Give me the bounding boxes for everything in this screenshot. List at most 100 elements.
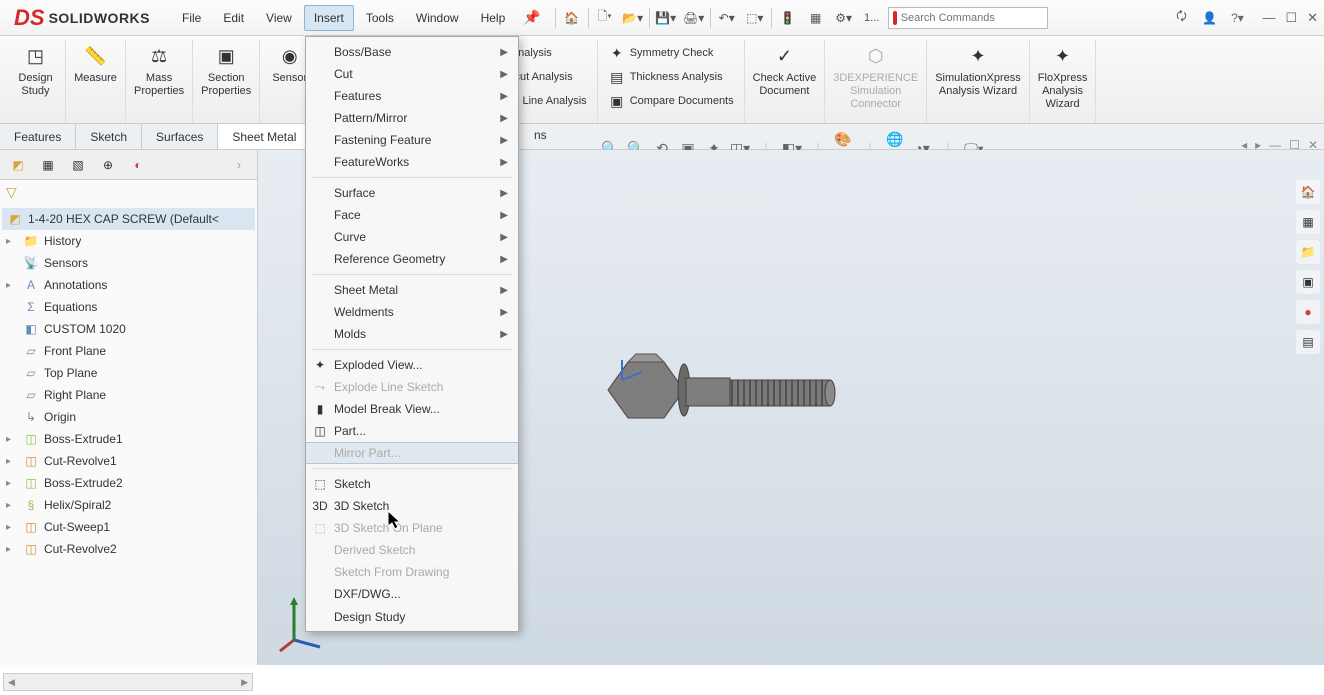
- tree-item-cut-revolve1[interactable]: ▸◫Cut-Revolve1: [2, 450, 255, 472]
- minimize-button[interactable]: —: [1262, 10, 1275, 26]
- command-search[interactable]: [888, 7, 1048, 29]
- fm-property-tab-icon[interactable]: ▦: [36, 153, 60, 177]
- menu-window[interactable]: Window: [406, 5, 469, 31]
- tree-item-history[interactable]: ▸📁History: [2, 230, 255, 252]
- ribbon-check-active[interactable]: ✓Check ActiveDocument: [745, 40, 826, 123]
- tp-view-icon[interactable]: ▣: [1296, 270, 1320, 294]
- ribbon-design[interactable]: ◳DesignStudy: [6, 40, 66, 123]
- tree-item-top-plane[interactable]: ▱Top Plane: [2, 362, 255, 384]
- menu-edit[interactable]: Edit: [213, 5, 254, 31]
- close-button[interactable]: ✕: [1307, 10, 1318, 26]
- tree-item-boss-extrude1[interactable]: ▸◫Boss-Extrude1: [2, 428, 255, 450]
- ribbon-mass[interactable]: ⚖MassProperties: [126, 40, 193, 123]
- menu-tools[interactable]: Tools: [356, 5, 404, 31]
- menu-item-cut[interactable]: Cut▶: [306, 63, 518, 85]
- tree-item-front-plane[interactable]: ▱Front Plane: [2, 340, 255, 362]
- pin-icon[interactable]: 📌: [523, 9, 540, 26]
- open-icon[interactable]: 📂▾: [621, 6, 645, 30]
- ribbon-icon: ✦: [964, 42, 992, 70]
- tp-appearance-icon[interactable]: ●: [1296, 300, 1320, 324]
- fm-config-tab-icon[interactable]: ▧: [66, 153, 90, 177]
- options-form-icon[interactable]: ▦: [804, 6, 828, 30]
- menu-item-curve[interactable]: Curve▶: [306, 226, 518, 248]
- ribbon-3dexperience[interactable]: ⬡3DEXPERIENCESimulationConnector: [825, 40, 927, 123]
- menu-item-boss/base[interactable]: Boss/Base▶: [306, 41, 518, 63]
- menu-item-fastening-feature[interactable]: Fastening Feature▶: [306, 129, 518, 151]
- menu-item-reference-geometry[interactable]: Reference Geometry▶: [306, 248, 518, 270]
- menu-item-part[interactable]: ◫Part...: [306, 420, 518, 442]
- filter-icon: ▽: [6, 184, 17, 201]
- select-icon[interactable]: ⬚▾: [743, 6, 767, 30]
- menu-item-pattern/mirror[interactable]: Pattern/Mirror▶: [306, 107, 518, 129]
- ribbon-symmetry-check[interactable]: ✦Symmetry Check: [604, 42, 738, 64]
- ribbon-thickness-analysis[interactable]: ▤Thickness Analysis: [604, 66, 738, 88]
- part-icon: ◩: [6, 210, 24, 228]
- menu-item-dxf/dwg[interactable]: DXF/DWG...: [306, 583, 518, 605]
- tree-item-cut-revolve2[interactable]: ▸◫Cut-Revolve2: [2, 538, 255, 560]
- menu-item-featureworks[interactable]: FeatureWorks▶: [306, 151, 518, 173]
- tree-item-custom-1020[interactable]: ◧CUSTOM 1020: [2, 318, 255, 340]
- fm-expand-icon[interactable]: ›: [227, 153, 251, 177]
- menu-item-exploded-view[interactable]: ✦Exploded View...: [306, 354, 518, 376]
- tree-horizontal-scrollbar[interactable]: [3, 673, 253, 691]
- tp-custom-icon[interactable]: ▤: [1296, 330, 1320, 354]
- tree-item-boss-extrude2[interactable]: ▸◫Boss-Extrude2: [2, 472, 255, 494]
- menu-file[interactable]: File: [172, 5, 211, 31]
- fm-tree-tab-icon[interactable]: ◩: [6, 153, 30, 177]
- tp-resources-icon[interactable]: ▦: [1296, 210, 1320, 234]
- menu-view[interactable]: View: [256, 5, 302, 31]
- new-icon[interactable]: 🗋▾: [593, 6, 617, 30]
- undo-icon[interactable]: ↶▾: [715, 6, 739, 30]
- feature-tree: ◩1-4-20 HEX CAP SCREW (Default<▸📁History…: [0, 204, 257, 564]
- menu-insert[interactable]: Insert: [304, 5, 354, 31]
- menu-item-weldments[interactable]: Weldments▶: [306, 301, 518, 323]
- menu-item-sketch[interactable]: ⬚Sketch: [306, 473, 518, 495]
- menu-item-face[interactable]: Face▶: [306, 204, 518, 226]
- settings-icon[interactable]: ⚙▾: [832, 6, 856, 30]
- menu-item-sheet-metal[interactable]: Sheet Metal▶: [306, 279, 518, 301]
- tree-item-equations[interactable]: ΣEquations: [2, 296, 255, 318]
- tree-root-item[interactable]: ◩1-4-20 HEX CAP SCREW (Default<: [2, 208, 255, 230]
- tree-item-helix-spiral2[interactable]: ▸§Helix/Spiral2: [2, 494, 255, 516]
- fm-dim-tab-icon[interactable]: ⊕: [96, 153, 120, 177]
- notify-icon[interactable]: 🗘: [1170, 7, 1192, 29]
- menu-item-features[interactable]: Features▶: [306, 85, 518, 107]
- tree-filter[interactable]: ▽: [0, 180, 257, 204]
- ribbon-compare-documents[interactable]: ▣Compare Documents: [604, 90, 738, 112]
- feature-icon: ◧: [22, 320, 40, 338]
- menu-item-3d-sketch[interactable]: 3D3D Sketch: [306, 495, 518, 517]
- menu-item-surface[interactable]: Surface▶: [306, 182, 518, 204]
- ribbon-floxpress[interactable]: ✦FloXpressAnalysisWizard: [1030, 40, 1097, 123]
- tp-library-icon[interactable]: 📁: [1296, 240, 1320, 264]
- home-icon[interactable]: 🏠: [560, 6, 584, 30]
- ribbon-simulationxpress[interactable]: ✦SimulationXpressAnalysis Wizard: [927, 40, 1030, 123]
- tab-features[interactable]: Features: [0, 124, 76, 149]
- tree-item-cut-sweep1[interactable]: ▸◫Cut-Sweep1: [2, 516, 255, 538]
- tree-item-origin[interactable]: ↳Origin: [2, 406, 255, 428]
- menu-help[interactable]: Help: [471, 5, 516, 31]
- menu-item-molds[interactable]: Molds▶: [306, 323, 518, 345]
- tab-sheet-metal[interactable]: Sheet Metal: [218, 124, 311, 149]
- ribbon-icon: ▣: [608, 92, 626, 110]
- tree-item-annotations[interactable]: ▸AAnnotations: [2, 274, 255, 296]
- search-input[interactable]: [901, 12, 1043, 24]
- tab-sketch[interactable]: Sketch: [76, 124, 142, 149]
- tab-surfaces[interactable]: Surfaces: [142, 124, 218, 149]
- tree-item-sensors[interactable]: 📡Sensors: [2, 252, 255, 274]
- ribbon-icon: ◉: [276, 42, 304, 70]
- user-icon[interactable]: 👤: [1198, 7, 1220, 29]
- small-text[interactable]: 1...: [860, 6, 884, 30]
- tp-home-icon[interactable]: 🏠: [1296, 180, 1320, 204]
- ribbon-section[interactable]: ▣SectionProperties: [193, 40, 260, 123]
- print-icon[interactable]: 🖨▾: [682, 6, 706, 30]
- fm-display-tab-icon[interactable]: ◐: [126, 153, 150, 177]
- rebuild-icon[interactable]: 🚦: [776, 6, 800, 30]
- ribbon-measure[interactable]: 📏Measure: [66, 40, 126, 123]
- submenu-arrow-icon: ▶: [500, 232, 508, 243]
- save-icon[interactable]: 💾▾: [654, 6, 678, 30]
- menu-item-model-break-view[interactable]: ▮Model Break View...: [306, 398, 518, 420]
- help-icon[interactable]: ?▾: [1226, 7, 1248, 29]
- menu-item-mirror-part: Mirror Part...: [306, 442, 518, 464]
- tree-item-right-plane[interactable]: ▱Right Plane: [2, 384, 255, 406]
- maximize-button[interactable]: ☐: [1285, 10, 1297, 26]
